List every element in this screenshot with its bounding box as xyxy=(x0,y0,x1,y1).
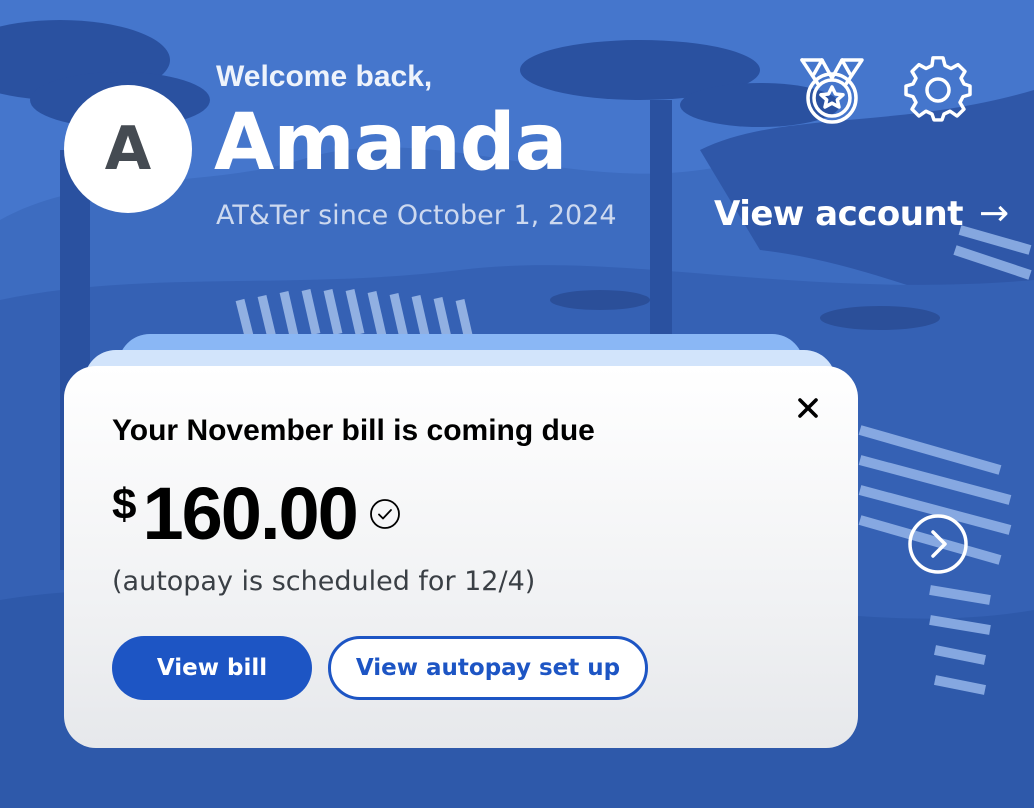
user-name: Amanda xyxy=(214,98,567,188)
close-icon[interactable] xyxy=(794,394,822,422)
chevron-right-circle-icon[interactable] xyxy=(906,512,970,576)
currency-symbol: $ xyxy=(112,480,137,529)
welcome-greeting: Welcome back, xyxy=(216,60,433,93)
view-account-link[interactable]: View account → xyxy=(714,193,1009,234)
bill-amount: $ 160.00 xyxy=(112,474,401,554)
check-circle-icon xyxy=(369,499,400,529)
view-bill-button[interactable]: View bill xyxy=(112,636,312,700)
medal-icon[interactable] xyxy=(796,56,868,128)
amount-value: 160.00 xyxy=(142,472,358,555)
view-account-label: View account xyxy=(714,193,963,234)
autopay-note: (autopay is scheduled for 12/4) xyxy=(112,566,536,597)
avatar: A xyxy=(64,85,192,213)
avatar-initial: A xyxy=(104,114,152,184)
member-since-text: AT&Ter since October 1, 2024 xyxy=(216,200,617,231)
arrow-right-icon: → xyxy=(978,193,1009,234)
bill-title: Your November bill is coming due xyxy=(112,414,595,447)
view-autopay-button[interactable]: View autopay set up xyxy=(328,636,648,700)
gear-icon[interactable] xyxy=(904,56,972,124)
